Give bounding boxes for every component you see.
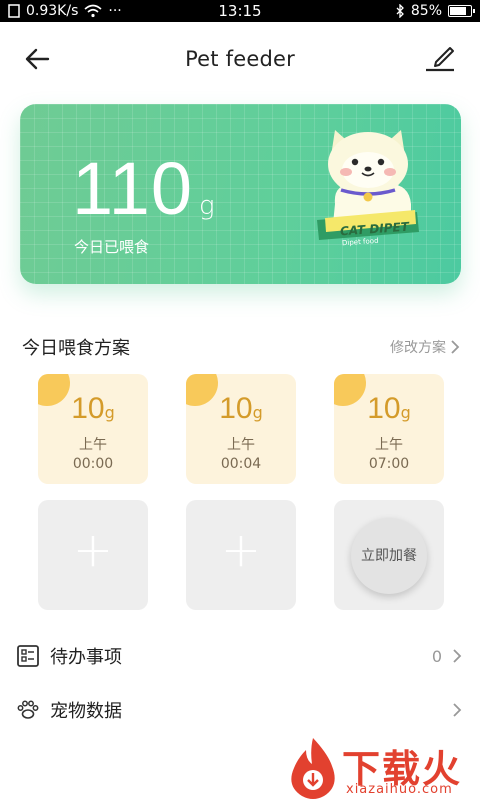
plan-period: 上午 [79, 437, 107, 453]
todo-row[interactable]: 待办事项 0 [16, 636, 462, 676]
feed-now-tile: 立即加餐 [334, 500, 444, 610]
watermark: 下载火 xiazaihuo.com [284, 734, 480, 800]
feeding-plan-item[interactable]: 10g 上午 00:04 [186, 374, 296, 484]
paw-icon [17, 700, 39, 719]
edit-plan-label: 修改方案 [390, 340, 446, 356]
plan-amount-unit: g [252, 403, 263, 422]
checklist-icon [17, 645, 39, 667]
net-speed: 0.93K/s [26, 3, 79, 19]
daily-fed-card: 110 g 今日已喂食 CAT DIPET Dipet food [20, 104, 461, 284]
todo-count: 0 [431, 646, 442, 666]
fed-amount-value: 110 [72, 147, 193, 230]
todo-label: 待办事项 [50, 647, 122, 668]
wifi-icon [84, 4, 102, 18]
plan-time: 00:04 [220, 456, 262, 472]
edit-plan-link[interactable]: 修改方案 [390, 337, 460, 357]
chevron-right-icon [451, 340, 460, 354]
flame-logo-icon [291, 738, 335, 799]
pet-data-label: 宠物数据 [50, 701, 122, 722]
app-header: Pet feeder [0, 22, 480, 96]
clock: 13:15 [218, 2, 262, 20]
plan-amount-unit: g [400, 403, 411, 422]
chevron-right-icon [453, 703, 462, 717]
more-icon: ··· [108, 3, 122, 19]
add-plan-button[interactable]: + [186, 500, 296, 610]
plan-time: 00:00 [72, 456, 114, 472]
plan-amount: 10g [334, 392, 444, 426]
add-plan-button[interactable]: + [38, 500, 148, 610]
bluetooth-icon [396, 4, 404, 18]
plus-icon: + [72, 522, 114, 578]
chevron-right-icon [453, 649, 462, 663]
feeding-plan-title: 今日喂食方案 [22, 338, 130, 359]
plan-period: 上午 [227, 437, 255, 453]
battery-icon [448, 5, 475, 17]
plan-amount-value: 10 [71, 392, 105, 425]
watermark-url: xiazaihuo.com [346, 782, 453, 797]
back-arrow-icon[interactable] [22, 44, 52, 74]
feeding-plan-item[interactable]: 10g 上午 00:00 [38, 374, 148, 484]
plan-amount-value: 10 [367, 392, 401, 425]
plan-amount-unit: g [104, 403, 115, 422]
plus-icon: + [220, 522, 262, 578]
fed-amount: 110 g [72, 152, 215, 226]
edit-pen-icon[interactable] [424, 42, 456, 74]
signal-icon [8, 4, 20, 18]
pet-data-row[interactable]: 宠物数据 [16, 690, 462, 730]
feeding-plan-header: 今日喂食方案 修改方案 [22, 334, 460, 360]
feed-now-button[interactable]: 立即加餐 [351, 518, 427, 594]
plan-amount: 10g [38, 392, 148, 426]
plan-amount-value: 10 [219, 392, 253, 425]
plan-amount: 10g [186, 392, 296, 426]
plan-time: 07:00 [368, 456, 410, 472]
fed-amount-unit: g [198, 191, 215, 221]
fed-amount-label: 今日已喂食 [74, 238, 150, 256]
battery-percent: 85% [410, 3, 442, 19]
plan-period: 上午 [375, 437, 403, 453]
page-title: Pet feeder [185, 47, 295, 71]
feeding-plan-item[interactable]: 10g 上午 07:00 [334, 374, 444, 484]
status-bar: 0.93K/s ··· 13:15 85% [0, 0, 480, 22]
